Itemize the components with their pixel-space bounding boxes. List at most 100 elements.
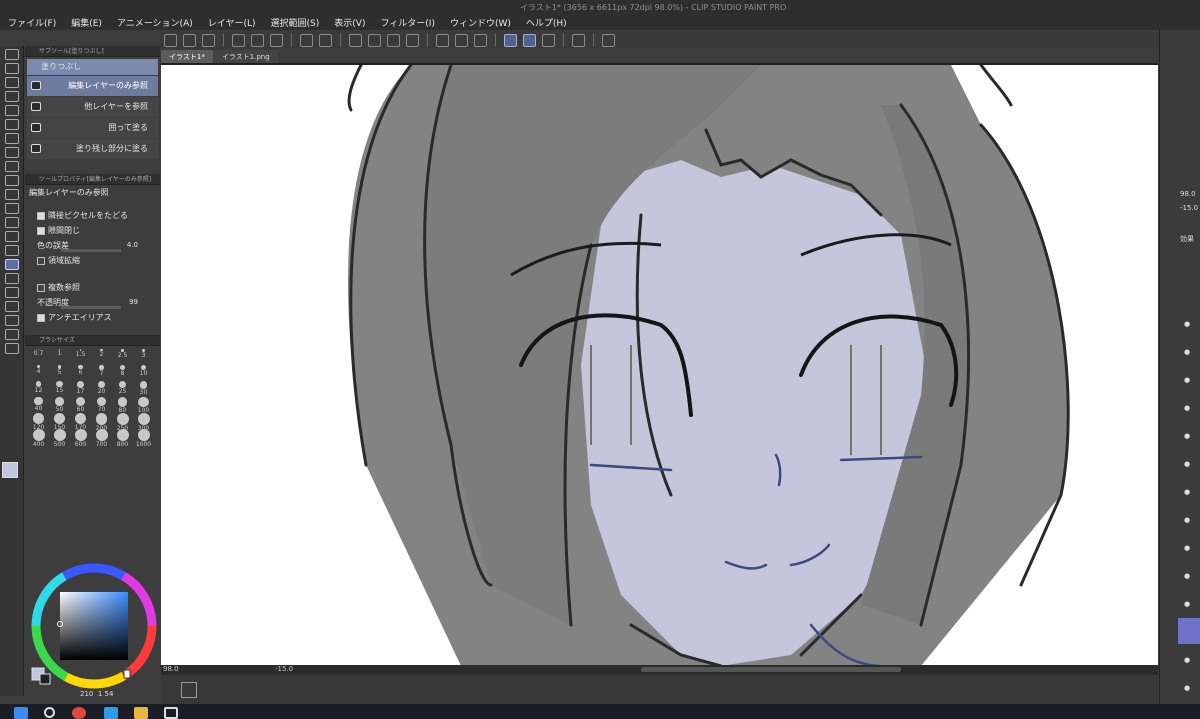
- eye-icon[interactable]: ●: [1184, 488, 1190, 496]
- selection-icon[interactable]: [5, 105, 19, 116]
- help-icon[interactable]: [602, 33, 615, 47]
- angle-readout[interactable]: -15.0: [275, 665, 293, 673]
- open-folder-icon[interactable]: [251, 33, 264, 47]
- clip-studio-icon[interactable]: [202, 33, 215, 47]
- clip-studio-taskbar-icon[interactable]: [164, 707, 178, 719]
- prop-close-gap[interactable]: 隙間閉じ: [25, 223, 160, 238]
- store-icon[interactable]: [104, 707, 118, 719]
- frame-border-icon[interactable]: [5, 287, 19, 298]
- brush-size-cell[interactable]: 500: [50, 428, 69, 448]
- snap-special-ruler-icon[interactable]: [523, 33, 536, 47]
- brush-size-cell[interactable]: 2: [92, 348, 111, 363]
- menu-icon[interactable]: [164, 33, 177, 47]
- windows-start-icon[interactable]: [14, 707, 28, 719]
- brush-size-cell[interactable]: 8: [113, 364, 132, 379]
- loading-icon[interactable]: [349, 33, 362, 47]
- illustration-canvas[interactable]: [161, 65, 1158, 666]
- brush-size-cell[interactable]: 10: [134, 364, 153, 379]
- horizontal-scrollbar[interactable]: [641, 667, 901, 672]
- prop-area-scaling[interactable]: 領域拡縮: [25, 253, 160, 268]
- brush-size-cell[interactable]: 800: [113, 428, 132, 448]
- chrome-icon[interactable]: [72, 707, 86, 719]
- brush-size-cell[interactable]: 200: [92, 412, 111, 432]
- eye-icon[interactable]: ●: [1184, 432, 1190, 440]
- brush-size-cell[interactable]: 250: [113, 412, 132, 432]
- eye-icon[interactable]: ●: [1184, 404, 1190, 412]
- new-file-icon[interactable]: [232, 33, 245, 47]
- brush-size-cell[interactable]: 25: [113, 380, 132, 395]
- eye-icon[interactable]: ●: [1184, 460, 1190, 468]
- brush-size-cell[interactable]: 70: [92, 396, 111, 413]
- hand-icon[interactable]: [5, 63, 19, 74]
- eye-icon[interactable]: ●: [1184, 684, 1190, 692]
- pen-icon[interactable]: [5, 147, 19, 158]
- eye-icon[interactable]: ●: [1184, 544, 1190, 552]
- eye-icon[interactable]: ●: [1184, 516, 1190, 524]
- decoration-icon[interactable]: [5, 203, 19, 214]
- prop-value[interactable]: 4.0: [127, 238, 138, 253]
- checkbox[interactable]: [37, 283, 45, 292]
- zoom-readout[interactable]: 98.0: [163, 665, 179, 673]
- slider-bar[interactable]: [61, 249, 121, 252]
- color-wheel[interactable]: [30, 562, 160, 692]
- subtool-refer-other-layers[interactable]: 他レイヤーを参照: [27, 97, 158, 117]
- right-zoom-value[interactable]: 98.0: [1180, 190, 1196, 198]
- layer-panel-toggle-icon[interactable]: [181, 682, 197, 698]
- selected-layer-row[interactable]: [1178, 618, 1200, 644]
- save-icon[interactable]: [270, 33, 283, 47]
- brush-size-cell[interactable]: 120: [29, 412, 48, 431]
- right-angle-value[interactable]: -15.0: [1180, 204, 1198, 212]
- canvas-area[interactable]: [161, 63, 1158, 666]
- brush-icon[interactable]: [5, 175, 19, 186]
- brush-size-cell[interactable]: 12: [29, 380, 48, 395]
- undo-icon[interactable]: [300, 33, 313, 47]
- prop-antialias[interactable]: アンチエイリアス: [25, 310, 160, 325]
- brush-size-cell[interactable]: 400: [29, 428, 48, 448]
- menu-layer[interactable]: レイヤー(L): [208, 16, 256, 29]
- snap-grid-icon[interactable]: [542, 33, 555, 47]
- menu-edit[interactable]: 編集(E): [71, 16, 102, 29]
- transform-icon[interactable]: [406, 33, 419, 47]
- fill-icon[interactable]: [387, 33, 400, 47]
- brush-size-cell[interactable]: 1.5: [71, 348, 90, 363]
- subtool-group-fill[interactable]: 塗りつぶし: [27, 59, 158, 75]
- subtool-fill-unfilled[interactable]: 塗り残し部分に塗る: [27, 139, 158, 159]
- search-icon[interactable]: [44, 707, 55, 718]
- eye-icon[interactable]: ●: [1184, 348, 1190, 356]
- eye-icon[interactable]: ●: [1184, 600, 1190, 608]
- blend-icon[interactable]: [5, 231, 19, 242]
- deselect-icon[interactable]: [436, 33, 449, 47]
- text-icon[interactable]: [5, 315, 19, 326]
- slider-bar[interactable]: [61, 306, 121, 309]
- brush-size-cell[interactable]: 700: [92, 428, 111, 448]
- ruler-icon[interactable]: [5, 301, 19, 312]
- tab-illust1-png[interactable]: イラスト1.png: [213, 50, 278, 63]
- fill-tool-icon[interactable]: [5, 259, 19, 270]
- brush-size-cell[interactable]: 6: [71, 364, 90, 379]
- brush-size-cell[interactable]: 1000: [134, 428, 153, 448]
- brush-size-cell[interactable]: 20: [92, 380, 111, 395]
- invert-selection-icon[interactable]: [455, 33, 468, 47]
- eye-icon[interactable]: ●: [1184, 320, 1190, 328]
- pencil-icon[interactable]: [5, 161, 19, 172]
- brush-size-cell[interactable]: 150: [50, 412, 69, 431]
- airbrush-icon[interactable]: [5, 189, 19, 200]
- zoom-icon[interactable]: [5, 49, 19, 60]
- figure-icon[interactable]: [5, 273, 19, 284]
- brush-size-cell[interactable]: 0.7: [29, 348, 48, 363]
- eraser-icon[interactable]: [5, 217, 19, 228]
- new-canvas-icon[interactable]: [183, 33, 196, 47]
- menu-window[interactable]: ウィンドウ(W): [450, 16, 511, 29]
- auto-select-icon[interactable]: [5, 119, 19, 130]
- balloon-icon[interactable]: [5, 329, 19, 340]
- gradient-icon[interactable]: [5, 245, 19, 256]
- menu-view[interactable]: 表示(V): [334, 16, 365, 29]
- menu-animation[interactable]: アニメーション(A): [117, 16, 193, 29]
- brush-size-cell[interactable]: 2.5: [113, 348, 132, 363]
- prop-follow-adjacent[interactable]: 隣接ピクセルをたどる: [25, 208, 160, 223]
- menu-filter[interactable]: フィルター(I): [380, 16, 435, 29]
- menu-file[interactable]: ファイル(F): [8, 16, 56, 29]
- brush-size-cell[interactable]: 5: [50, 364, 69, 379]
- checkbox[interactable]: [37, 313, 45, 322]
- checkbox[interactable]: [37, 211, 45, 220]
